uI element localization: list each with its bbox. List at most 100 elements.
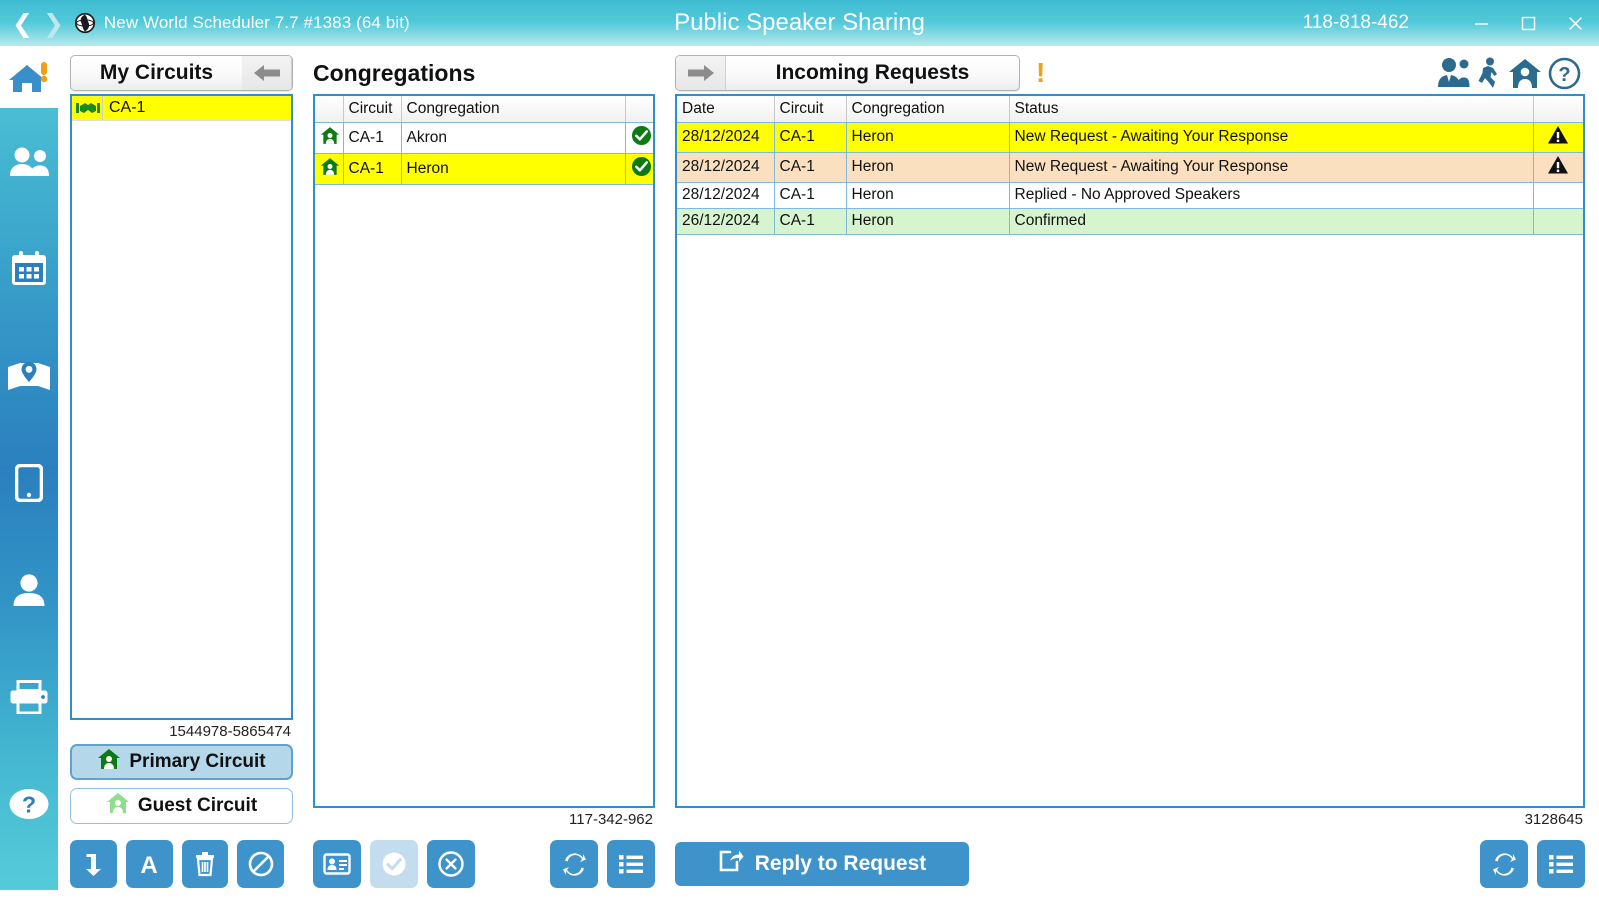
table-header-row: Circuit Congregation — [315, 96, 653, 122]
col-icon — [315, 96, 343, 122]
my-circuits-header-button[interactable]: My Circuits — [70, 55, 293, 91]
cell-status: Confirmed — [1009, 208, 1533, 234]
delete-button[interactable] — [182, 840, 229, 888]
navigation-arrows: ❮ ❯ — [0, 11, 74, 36]
arrow-left-icon[interactable] — [242, 56, 292, 90]
rename-button[interactable]: A — [126, 840, 173, 888]
window-body: ? My Circuits — [0, 46, 1599, 890]
primary-circuit-button[interactable]: Primary Circuit — [70, 744, 293, 780]
my-circuits-panel: My Circuits — [58, 46, 303, 890]
table-row[interactable]: 28/12/2024 CA-1 Heron Replied - No Appro… — [677, 182, 1583, 208]
col-congregation: Congregation — [401, 96, 625, 122]
cell-warning-empty — [1533, 182, 1583, 208]
contact-card-button[interactable] — [313, 840, 361, 888]
house-person-icon[interactable] — [1508, 58, 1542, 89]
col-status: Status — [1009, 96, 1533, 122]
list-button[interactable] — [1537, 840, 1585, 888]
sidebar-item-devices[interactable] — [0, 429, 58, 536]
maximize-button[interactable] — [1505, 0, 1552, 46]
sidebar-item-publisher[interactable] — [0, 536, 58, 643]
help-icon: ? — [8, 787, 50, 821]
reply-to-request-button[interactable]: Reply to Request — [675, 842, 969, 886]
refresh-button[interactable] — [550, 840, 598, 888]
warning-icon — [1533, 122, 1583, 152]
cell-date: 26/12/2024 — [677, 208, 774, 234]
list-icon — [618, 853, 644, 875]
reject-button[interactable] — [427, 840, 475, 888]
congregations-table[interactable]: Circuit Congregation — [313, 94, 655, 808]
handshake-icon — [74, 100, 102, 116]
application-title: New World Scheduler 7.7 #1383 (64 bit) — [104, 13, 410, 33]
incoming-requests-table[interactable]: Date Circuit Congregation Status 28/12/2… — [675, 94, 1585, 808]
walking-person-icon[interactable] — [1476, 57, 1502, 89]
table-row[interactable]: 26/12/2024 CA-1 Heron Confirmed — [677, 208, 1583, 234]
cell-status: Replied - No Approved Speakers — [1009, 182, 1533, 208]
close-button[interactable] — [1552, 0, 1599, 46]
house-dark-green-icon — [315, 122, 343, 153]
sidebar-navigation: ? — [0, 46, 58, 890]
import-button[interactable] — [70, 840, 117, 888]
list-icon — [1548, 853, 1574, 875]
circuits-toolbar: A — [70, 832, 293, 890]
cell-warning-empty — [1533, 208, 1583, 234]
status-strip — [0, 890, 1599, 900]
sidebar-item-print[interactable] — [0, 643, 58, 750]
list-item[interactable]: CA-1 — [72, 96, 291, 121]
refresh-button[interactable] — [1480, 840, 1528, 888]
table-row[interactable]: CA-1 Heron — [315, 153, 653, 184]
col-warning — [1533, 96, 1583, 122]
table-header-row: Date Circuit Congregation Status — [677, 96, 1583, 122]
tablet-icon — [15, 464, 43, 502]
sidebar-item-schedules[interactable] — [0, 215, 58, 322]
block-button[interactable] — [237, 840, 284, 888]
sidebar-item-congregation[interactable] — [0, 108, 58, 215]
people-icon — [8, 146, 50, 178]
no-entry-icon — [248, 851, 274, 877]
svg-text:A: A — [140, 852, 157, 877]
help-circle-icon[interactable]: ? — [1548, 57, 1581, 90]
trash-icon — [192, 851, 218, 877]
list-button[interactable] — [607, 840, 655, 888]
arrow-right-icon[interactable] — [676, 56, 726, 90]
incoming-requests-panel: Incoming Requests ! — [663, 46, 1599, 890]
refresh-icon — [561, 851, 588, 878]
chevron-left-icon[interactable]: ❮ — [12, 11, 33, 36]
col-circuit: Circuit — [343, 96, 401, 122]
sidebar-item-home[interactable] — [0, 46, 58, 108]
circuits-list[interactable]: CA-1 — [70, 94, 293, 720]
cell-congregation: Heron — [401, 153, 625, 184]
printer-icon — [9, 680, 49, 714]
list-item-label: CA-1 — [102, 96, 151, 120]
calendar-icon — [10, 250, 48, 288]
title-bar: ❮ ❯ New World Scheduler 7.7 #1383 (64 bi… — [0, 0, 1599, 46]
sidebar-item-territory[interactable] — [0, 322, 58, 429]
cell-congregation: Heron — [846, 182, 1009, 208]
col-congregation: Congregation — [846, 96, 1009, 122]
reply-to-request-label: Reply to Request — [755, 852, 927, 876]
incoming-requests-header-button[interactable]: Incoming Requests — [675, 55, 1020, 91]
col-circuit: Circuit — [774, 96, 846, 122]
table-row[interactable]: 28/12/2024 CA-1 Heron New Request - Awai… — [677, 152, 1583, 182]
primary-circuit-label: Primary Circuit — [129, 751, 265, 773]
my-circuits-title: My Circuits — [71, 56, 242, 90]
sidebar-item-help[interactable]: ? — [0, 750, 58, 857]
incoming-requests-header: Incoming Requests ! — [675, 52, 1585, 94]
congregations-panel-id: 117-342-962 — [313, 808, 655, 832]
approve-button[interactable] — [370, 840, 418, 888]
table-row[interactable]: CA-1 Akron — [315, 122, 653, 153]
check-circle-icon — [381, 851, 407, 877]
window-controls — [1458, 0, 1599, 46]
congregations-panel: Congregations Circuit Congregation — [303, 46, 663, 890]
minimize-button[interactable] — [1458, 0, 1505, 46]
application-window: ❮ ❯ New World Scheduler 7.7 #1383 (64 bi… — [0, 0, 1599, 900]
congregations-header: Congregations — [313, 52, 655, 94]
house-person-light-icon — [106, 792, 130, 820]
globe-icon — [74, 12, 96, 34]
chevron-right-icon[interactable]: ❯ — [43, 11, 64, 36]
exclamation-icon: ! — [1036, 59, 1045, 87]
circuits-panel-id: 1544978-5865474 — [70, 720, 293, 744]
guest-circuit-button[interactable]: Guest Circuit — [70, 788, 293, 824]
speaker-icon[interactable] — [1434, 57, 1470, 89]
table-row[interactable]: 28/12/2024 CA-1 Heron New Request - Awai… — [677, 122, 1583, 152]
cell-status: New Request - Awaiting Your Response — [1009, 152, 1533, 182]
